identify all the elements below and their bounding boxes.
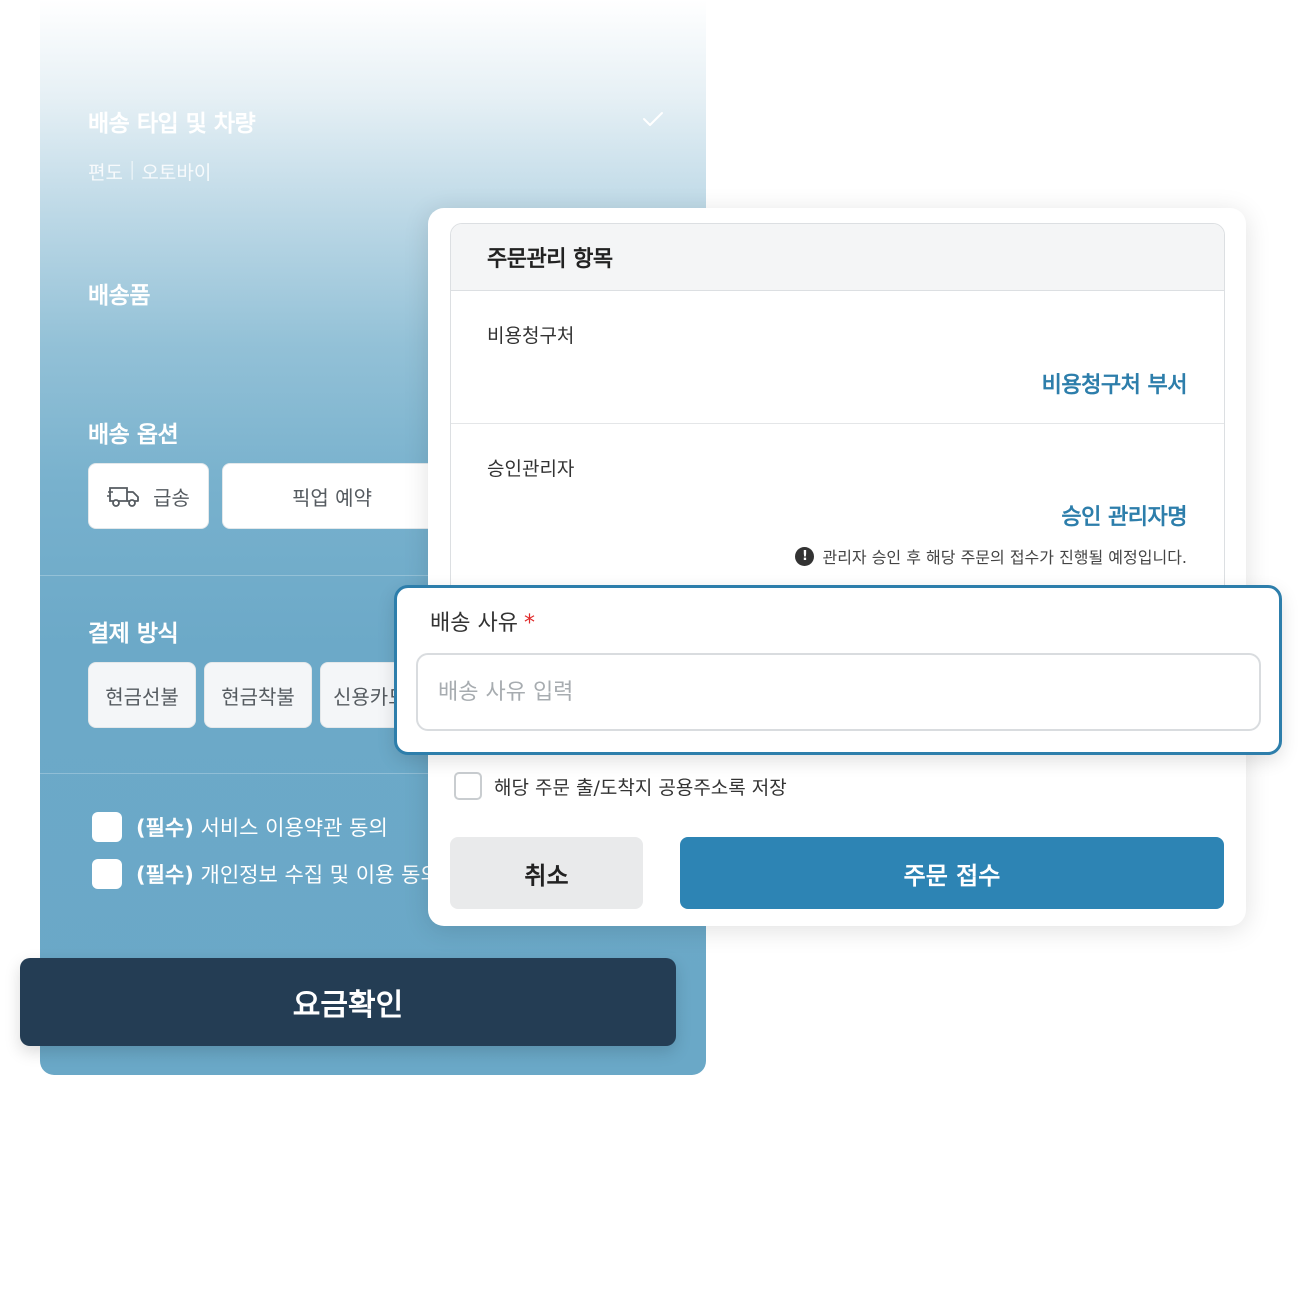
delivery-type-summary: 편도 | 오토바이 [88, 158, 211, 185]
payment-method-title: 결제 방식 [88, 621, 179, 647]
payment-cod-label: 현금착불 [221, 684, 295, 709]
approval-notice: ! 관리자 승인 후 해당 주문의 접수가 진행될 예정입니다. [795, 544, 1187, 568]
payment-prepaid-label: 현금선불 [105, 684, 179, 709]
save-address-checkbox[interactable] [454, 772, 482, 800]
privacy-agreement-row[interactable]: (필수) 개인정보 수집 및 이용 동의 [92, 859, 440, 889]
delivery-item-title: 배송품 [88, 283, 150, 309]
delivery-options-title: 배송 옵션 [88, 422, 179, 448]
check-icon [643, 112, 663, 126]
info-icon: ! [795, 546, 815, 566]
terms-text: 서비스 이용약관 동의 [200, 816, 388, 840]
terms-agreement-label: (필수) 서비스 이용약관 동의 [136, 812, 388, 842]
cancel-button[interactable]: 취소 [450, 837, 643, 909]
privacy-checkbox[interactable] [92, 859, 122, 889]
express-label: 급송 [153, 485, 190, 510]
required-tag: (필수) [136, 863, 194, 887]
summary-separator: | [128, 158, 136, 180]
order-submit-modal: 주문관리 항목 비용청구처 비용청구처 부서 승인관리자 승인 관리자명 ! 관… [428, 208, 1246, 926]
delivery-reason-label: 배송 사유 * [430, 605, 535, 637]
delivery-reason-label-text: 배송 사유 [430, 611, 518, 636]
approval-notice-text: 관리자 승인 후 해당 주문의 접수가 진행될 예정입니다. [822, 548, 1187, 567]
required-tag: (필수) [136, 816, 194, 840]
delivery-reason-input[interactable] [416, 653, 1261, 731]
billing-row: 비용청구처 비용청구처 부서 [451, 291, 1224, 424]
save-address-row[interactable]: 해당 주문 출/도착지 공용주소록 저장 [454, 772, 787, 800]
billing-department-value[interactable]: 비용청구처 부서 [1042, 367, 1188, 399]
save-address-label: 해당 주문 출/도착지 공용주소록 저장 [494, 776, 787, 799]
delivery-reason-card: 배송 사유 * [394, 585, 1282, 755]
billing-label: 비용청구처 [487, 325, 575, 347]
pickup-label: 픽업 예약 [292, 485, 372, 510]
approver-row: 승인관리자 승인 관리자명 ! 관리자 승인 후 해당 주문의 접수가 진행될 … [451, 424, 1224, 602]
terms-agreement-row[interactable]: (필수) 서비스 이용약관 동의 [92, 812, 388, 842]
submit-order-button[interactable]: 주문 접수 [680, 837, 1224, 909]
approver-name-value[interactable]: 승인 관리자명 [1061, 499, 1187, 531]
approver-label: 승인관리자 [487, 458, 575, 480]
check-fee-button[interactable]: 요금확인 [20, 958, 676, 1046]
order-management-title: 주문관리 항목 [451, 224, 1224, 291]
oneway-value: 편도 [88, 162, 123, 184]
order-management-box: 주문관리 항목 비용청구처 비용청구처 부서 승인관리자 승인 관리자명 ! 관… [450, 223, 1225, 603]
privacy-agreement-label: (필수) 개인정보 수집 및 이용 동의 [136, 859, 440, 889]
delivery-truck-icon [107, 487, 139, 507]
vehicle-value: 오토바이 [141, 162, 212, 184]
payment-prepaid-button[interactable]: 현금선불 [88, 662, 196, 728]
delivery-type-title: 배송 타입 및 차량 [88, 111, 256, 137]
express-option-button[interactable]: 급송 [88, 463, 209, 529]
privacy-text: 개인정보 수집 및 이용 동의 [200, 863, 440, 887]
required-mark: * [523, 611, 535, 636]
payment-cod-button[interactable]: 현금착불 [204, 662, 312, 728]
terms-checkbox[interactable] [92, 812, 122, 842]
pickup-reservation-button[interactable]: 픽업 예약 [222, 463, 442, 529]
